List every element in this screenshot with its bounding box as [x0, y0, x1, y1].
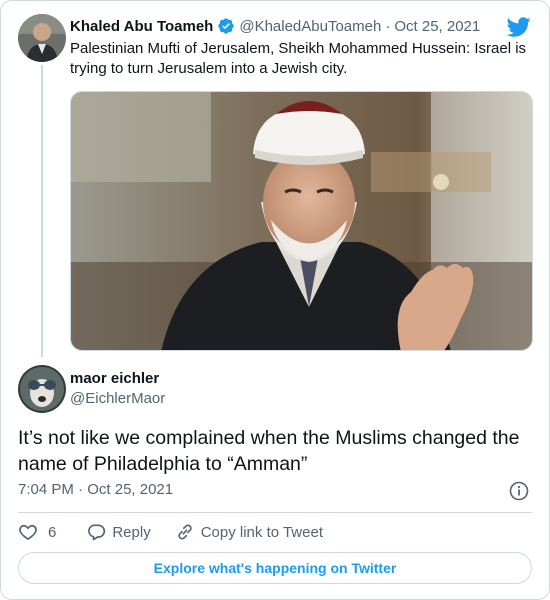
tweet-timestamp[interactable]: 7:04 PM · Oct 25, 2021 — [18, 481, 173, 498]
reply-bubble-icon — [88, 524, 106, 541]
quoted-tweet-header: Khaled Abu Toameh @KhaledAbuToameh · Oct… — [70, 15, 529, 37]
thread-connector-line — [41, 65, 43, 357]
copy-link-label: Copy link to Tweet — [200, 523, 323, 541]
twitter-bird-icon[interactable] — [506, 15, 531, 39]
reply-label: Reply — [112, 523, 151, 541]
like-count: 6 — [48, 523, 57, 541]
tweet-date: Oct 25, 2021 — [87, 481, 174, 498]
quoted-tweet-text: Palestinian Mufti of Jerusalem, Sheikh M… — [70, 40, 527, 77]
quoted-tweet-date[interactable]: Oct 25, 2021 — [394, 18, 480, 35]
like-button[interactable]: 6 — [18, 522, 56, 542]
tweet-actions: 6 Reply Copy link to Tweet — [18, 520, 323, 544]
heart-icon — [19, 524, 37, 541]
author-name[interactable]: Khaled Abu Toameh — [70, 18, 213, 35]
tweet-time: 7:04 PM — [18, 481, 74, 498]
timestamp-separator: · — [78, 481, 84, 498]
copy-link-button[interactable]: Copy link to Tweet — [175, 522, 323, 542]
reply-author-info: maor eichler @EichlerMaor — [70, 369, 165, 409]
header-separator: · — [385, 17, 391, 35]
tweet-media-image[interactable] — [70, 91, 533, 351]
reply-author-name[interactable]: maor eichler — [70, 369, 165, 389]
reply-author-handle[interactable]: @EichlerMaor — [70, 389, 165, 409]
tweet-embed-card: Khaled Abu Toameh @KhaledAbuToameh · Oct… — [0, 0, 550, 600]
reply-author-avatar[interactable] — [18, 365, 66, 413]
divider — [18, 512, 532, 513]
author-handle[interactable]: @KhaledAbuToameh — [239, 18, 381, 35]
reply-button[interactable]: Reply — [86, 522, 151, 542]
info-icon[interactable] — [509, 481, 529, 501]
tweet-text: It’s not like we complained when the Mus… — [18, 427, 520, 475]
author-avatar[interactable] — [18, 14, 66, 62]
link-icon — [178, 524, 192, 540]
verified-badge-icon — [217, 17, 235, 35]
explore-twitter-button[interactable]: Explore what's happening on Twitter — [18, 552, 532, 584]
